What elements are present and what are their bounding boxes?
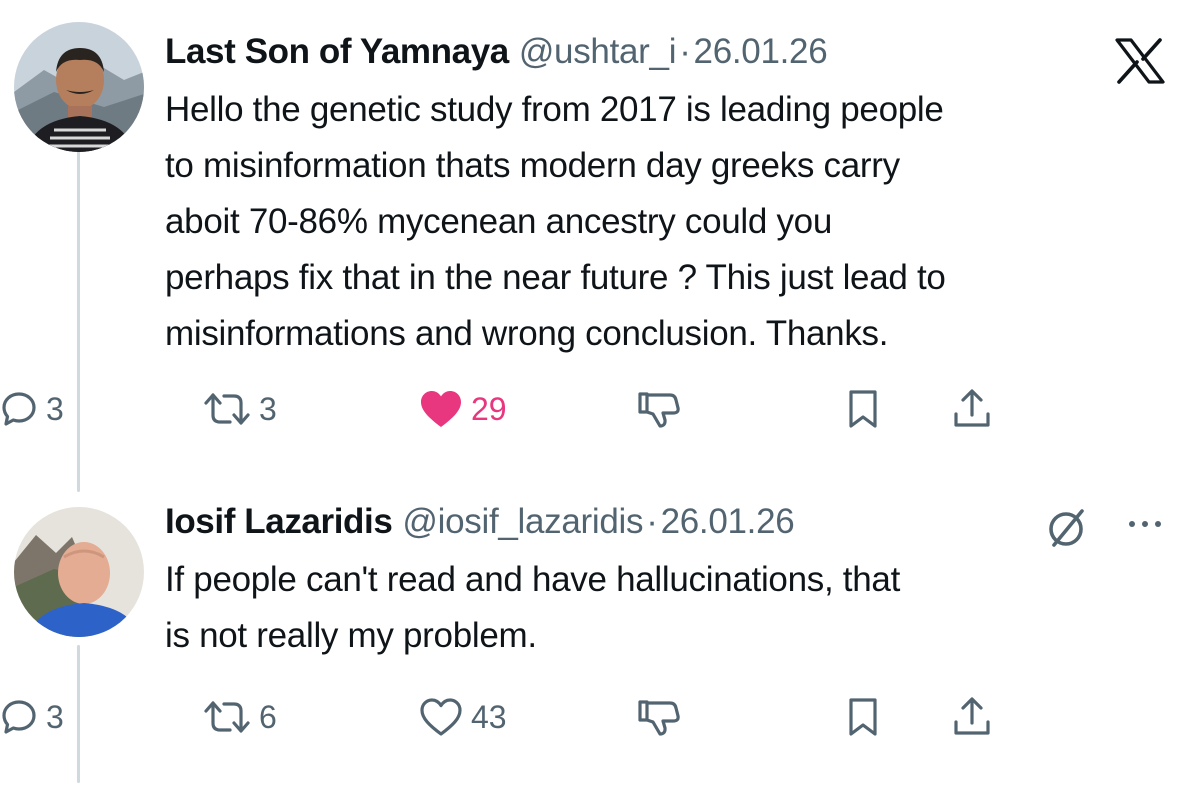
reply-count: 3 (46, 390, 64, 427)
x-logo-icon[interactable] (1114, 38, 1166, 89)
tweet-meta: @ushtar_i·26.01.26 (519, 30, 828, 74)
heart-outline-icon (420, 698, 462, 736)
dislike-button[interactable] (636, 692, 680, 742)
like-count: 43 (471, 698, 507, 735)
avatar-iosif-lazaridis[interactable] (14, 507, 144, 637)
more-icon[interactable] (1125, 517, 1165, 536)
share-icon (954, 697, 990, 735)
like-count: 29 (471, 390, 507, 427)
like-button[interactable]: 29 (419, 384, 507, 434)
tweet-date[interactable]: 26.01.26 (661, 502, 795, 541)
tweet-header: Iosif Lazaridis @iosif_lazaridis·26.01.2… (165, 500, 1167, 544)
reply-icon (2, 700, 36, 734)
tweet-header: Last Son of Yamnaya @ushtar_i·26.01.26 (165, 30, 1167, 74)
avatar-last-son-of-yamnaya[interactable] (14, 22, 144, 152)
tweet-meta: @iosif_lazaridis·26.01.26 (402, 500, 794, 544)
tweet-2: Iosif Lazaridis @iosif_lazaridis·26.01.2… (165, 500, 1167, 664)
tweet-text: Hello the genetic study from 2017 is lea… (165, 90, 946, 353)
author-handle[interactable]: @iosif_lazaridis (402, 502, 643, 541)
retweet-count: 6 (259, 698, 277, 735)
tweet-1-actions: 3 3 29 (0, 384, 1179, 434)
bookmark-button[interactable] (846, 692, 880, 742)
tweet-date[interactable]: 26.01.26 (694, 32, 828, 71)
grok-icon[interactable] (1044, 505, 1090, 556)
meta-separator: · (646, 502, 658, 541)
reply-icon (2, 392, 36, 426)
retweet-icon (204, 393, 250, 425)
share-button[interactable] (952, 692, 992, 742)
reply-button[interactable]: 3 (0, 692, 64, 742)
thumbs-down-icon (638, 700, 680, 736)
tweet-2-actions: 3 6 43 (0, 692, 1179, 742)
reply-count: 3 (46, 698, 64, 735)
dislike-button[interactable] (636, 384, 680, 434)
bookmark-button[interactable] (846, 384, 880, 434)
share-icon (954, 389, 990, 427)
author-handle[interactable]: @ushtar_i (519, 32, 677, 71)
share-button[interactable] (952, 384, 992, 434)
bookmark-icon (849, 698, 877, 736)
like-button[interactable]: 43 (419, 692, 507, 742)
tweet-text: If people can't read and have hallucinat… (165, 560, 900, 655)
reply-button[interactable]: 3 (0, 384, 64, 434)
meta-separator: · (679, 32, 691, 71)
tweet-1: Last Son of Yamnaya @ushtar_i·26.01.26 H… (165, 30, 1167, 362)
heart-filled-icon (421, 391, 461, 427)
retweet-button[interactable]: 6 (203, 692, 277, 742)
thumbs-down-icon (638, 392, 680, 428)
author-name[interactable]: Iosif Lazaridis (165, 500, 393, 544)
retweet-button[interactable]: 3 (203, 384, 277, 434)
retweet-count: 3 (259, 390, 277, 427)
retweet-icon (204, 701, 250, 733)
thread-line-top (77, 150, 80, 492)
author-name[interactable]: Last Son of Yamnaya (165, 30, 509, 74)
bookmark-icon (849, 390, 877, 428)
